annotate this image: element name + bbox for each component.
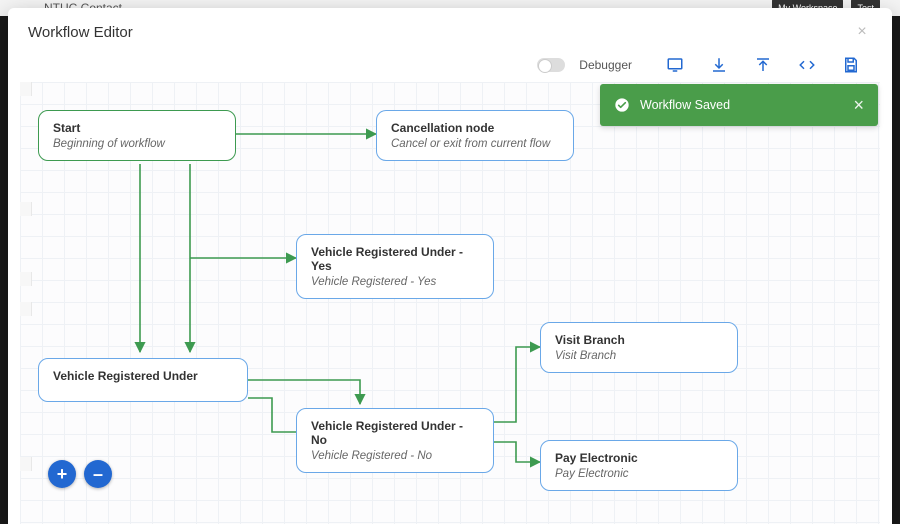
node-pay-electronic[interactable]: Pay Electronic Pay Electronic	[540, 440, 738, 491]
left-edge-stub	[20, 272, 32, 286]
node-cancellation[interactable]: Cancellation node Cancel or exit from cu…	[376, 110, 574, 161]
node-title: Vehicle Registered Under - No	[311, 419, 479, 447]
modal-header: Workflow Editor ×	[8, 8, 892, 52]
toast-workflow-saved: Workflow Saved ×	[600, 84, 878, 126]
node-subtitle: Cancel or exit from current flow	[391, 138, 559, 150]
left-edge-stub	[20, 82, 32, 96]
node-subtitle: Vehicle Registered - No	[311, 450, 479, 462]
left-edge-stub	[20, 302, 32, 316]
node-title: Start	[53, 121, 221, 135]
canvas-wrap: Start Beginning of workflow Cancellation…	[20, 82, 880, 524]
save-icon[interactable]	[842, 56, 860, 74]
node-subtitle: Beginning of workflow	[53, 138, 221, 150]
node-subtitle: Visit Branch	[555, 350, 723, 362]
node-vru[interactable]: Vehicle Registered Under	[38, 358, 248, 402]
node-subtitle: Vehicle Registered - Yes	[311, 276, 479, 288]
node-visit-branch[interactable]: Visit Branch Visit Branch	[540, 322, 738, 373]
screen-icon[interactable]	[666, 56, 684, 74]
node-subtitle: Pay Electronic	[555, 468, 723, 480]
zoom-in-button[interactable]: +	[48, 460, 76, 488]
left-edge-stub	[20, 457, 32, 471]
modal-title: Workflow Editor	[28, 24, 133, 41]
download-icon[interactable]	[710, 56, 728, 74]
debugger-toggle[interactable]	[537, 58, 565, 72]
code-icon[interactable]	[798, 56, 816, 74]
upload-icon[interactable]	[754, 56, 772, 74]
zoom-out-button[interactable]: –	[84, 460, 112, 488]
workflow-canvas[interactable]: Start Beginning of workflow Cancellation…	[20, 82, 880, 524]
node-title: Vehicle Registered Under - Yes	[311, 245, 479, 273]
zoom-controls: + –	[48, 460, 112, 488]
node-title: Cancellation node	[391, 121, 559, 135]
node-vru-no[interactable]: Vehicle Registered Under - No Vehicle Re…	[296, 408, 494, 473]
node-title: Pay Electronic	[555, 451, 723, 465]
node-start[interactable]: Start Beginning of workflow	[38, 110, 236, 161]
left-edge-stub	[20, 202, 32, 216]
check-circle-icon	[614, 97, 630, 113]
debugger-label: Debugger	[579, 58, 632, 72]
toolbar-icons	[666, 56, 872, 74]
node-title: Visit Branch	[555, 333, 723, 347]
toast-close-icon[interactable]: ×	[853, 95, 864, 116]
close-icon[interactable]: ×	[852, 22, 872, 42]
editor-toolbar: Debugger	[8, 52, 892, 82]
node-vru-yes[interactable]: Vehicle Registered Under - Yes Vehicle R…	[296, 234, 494, 299]
node-title: Vehicle Registered Under	[53, 369, 233, 383]
toast-message: Workflow Saved	[640, 98, 853, 112]
